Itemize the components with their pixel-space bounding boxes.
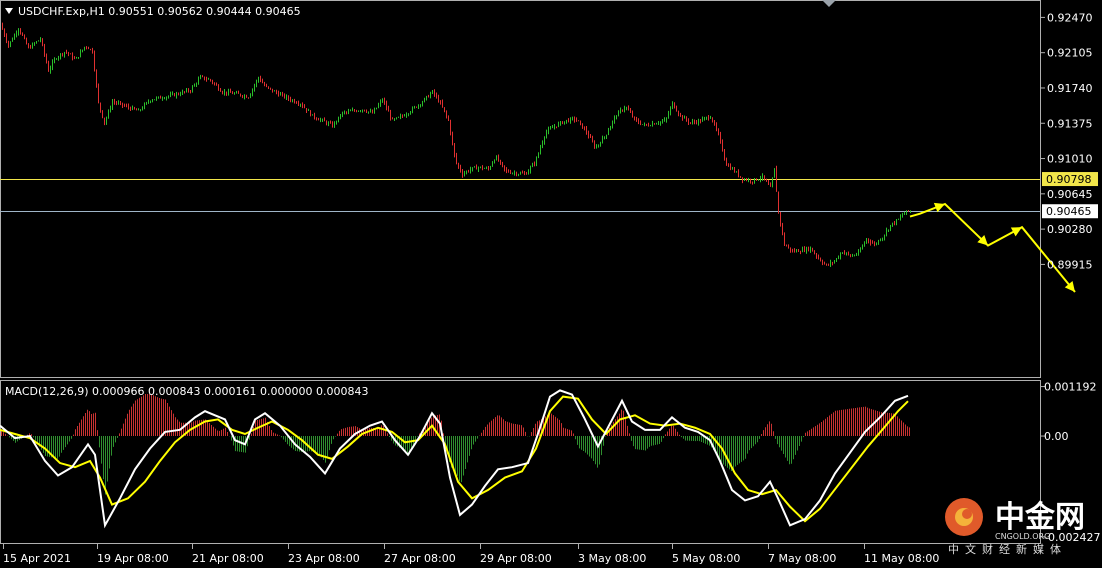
watermark-tagline: 中文财经新媒体 xyxy=(948,542,1067,556)
cngold-watermark: 中金网 CNGOLD.ORG 中文财经新媒体 xyxy=(945,498,1085,556)
price-tick-label: 0.91740 xyxy=(1047,82,1093,95)
watermark-name: 中金网 xyxy=(995,500,1085,535)
price-tick-label: 0.92470 xyxy=(1047,11,1093,24)
time-tick-label: 19 Apr 08:00 xyxy=(97,552,169,565)
price-tick-label: 0.90645 xyxy=(1047,188,1093,201)
price-level-label: 0.90798 xyxy=(1046,173,1092,186)
time-tick-label: 11 May 08:00 xyxy=(864,552,939,565)
price-tick-label: 0.91375 xyxy=(1047,117,1093,130)
time-tick-label: 7 May 08:00 xyxy=(768,552,836,565)
price-tick-label: 0.91010 xyxy=(1047,153,1093,166)
price-tick-label: 0.92105 xyxy=(1047,47,1093,60)
time-tick-label: 21 Apr 08:00 xyxy=(192,552,264,565)
time-tick-label: 5 May 08:00 xyxy=(672,552,740,565)
macd-title: MACD(12,26,9) 0.000966 0.000843 0.000161… xyxy=(5,385,368,398)
time-tick-label: 27 Apr 08:00 xyxy=(384,552,456,565)
watermark-domain: CNGOLD.ORG xyxy=(995,532,1050,541)
time-tick-label: 3 May 08:00 xyxy=(578,552,646,565)
time-tick-label: 15 Apr 2021 xyxy=(3,552,71,565)
time-tick-label: 23 Apr 08:00 xyxy=(288,552,360,565)
time-tick-label: 29 Apr 08:00 xyxy=(480,552,552,565)
macd-tick-label: 0.00 xyxy=(1044,430,1069,443)
symbol-title: USDCHF.Exp,H1 0.90551 0.90562 0.90444 0.… xyxy=(18,5,301,18)
price-tick-label: 0.90280 xyxy=(1047,223,1093,236)
price-level-label: 0.90465 xyxy=(1046,205,1092,218)
chart-canvas: 0.92470 0.92105 0.91740 0.91375 0.91010 0.906… xyxy=(0,0,1102,568)
macd-tick-label: 0.001192 xyxy=(1044,381,1097,394)
price-tick-label: 0.89915 xyxy=(1047,258,1093,271)
